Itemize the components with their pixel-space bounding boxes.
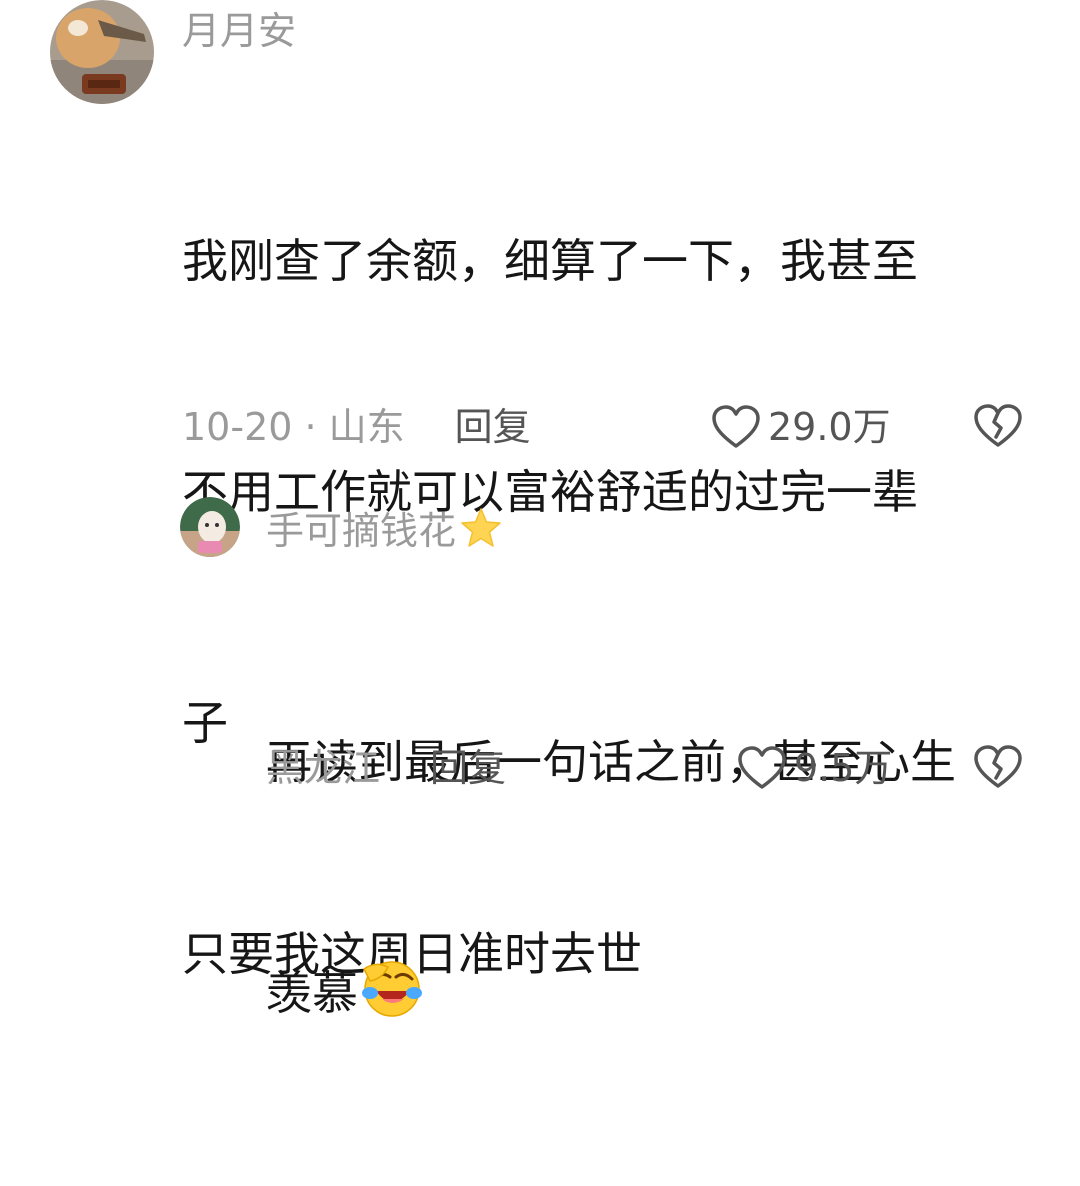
like-button[interactable]: 9.5万 <box>738 745 892 791</box>
laughing-crying-emoji-icon <box>362 961 422 1017</box>
reply-button[interactable]: 回复 <box>430 745 506 791</box>
comment-meta: 10-20 · 山东 回复 <box>182 404 531 450</box>
dislike-button[interactable] <box>974 745 1022 793</box>
broken-heart-icon <box>974 404 1022 447</box>
comment-location: 黑龙江 <box>266 746 381 790</box>
dislike-button[interactable] <box>974 404 1022 452</box>
comment-text-segment: 羡慕 <box>266 966 358 1020</box>
comment-text-line: 我刚查了余额，细算了一下，我甚至 <box>182 234 918 288</box>
heart-outline-icon <box>712 405 760 448</box>
comment-username[interactable]: 月月安 <box>182 8 296 54</box>
like-button[interactable]: 29.0万 <box>712 404 891 450</box>
reply-button[interactable]: 回复 <box>455 404 531 450</box>
figurine-avatar-icon <box>180 497 240 557</box>
comment-date-location: 10-20 · 山东 <box>182 405 405 449</box>
heart-outline-icon <box>738 746 786 789</box>
comment-text: 再读到最后一句话之前，甚至心生 羡慕 <box>266 570 1056 1186</box>
like-count: 29.0万 <box>768 405 891 449</box>
user-avatar[interactable] <box>48 0 156 104</box>
user-avatar[interactable] <box>180 497 240 557</box>
like-count: 9.5万 <box>794 746 893 790</box>
cat-avatar-icon <box>50 0 154 104</box>
star-emoji-icon <box>461 508 501 547</box>
comment-username[interactable]: 手可摘钱花 <box>266 506 504 554</box>
comment-meta: 黑龙江 回复 <box>266 745 506 791</box>
comment-text-line-with-emoji: 羡慕 <box>266 955 1056 1032</box>
broken-heart-icon <box>974 745 1022 788</box>
comment-username-text: 手可摘钱花 <box>266 509 457 553</box>
